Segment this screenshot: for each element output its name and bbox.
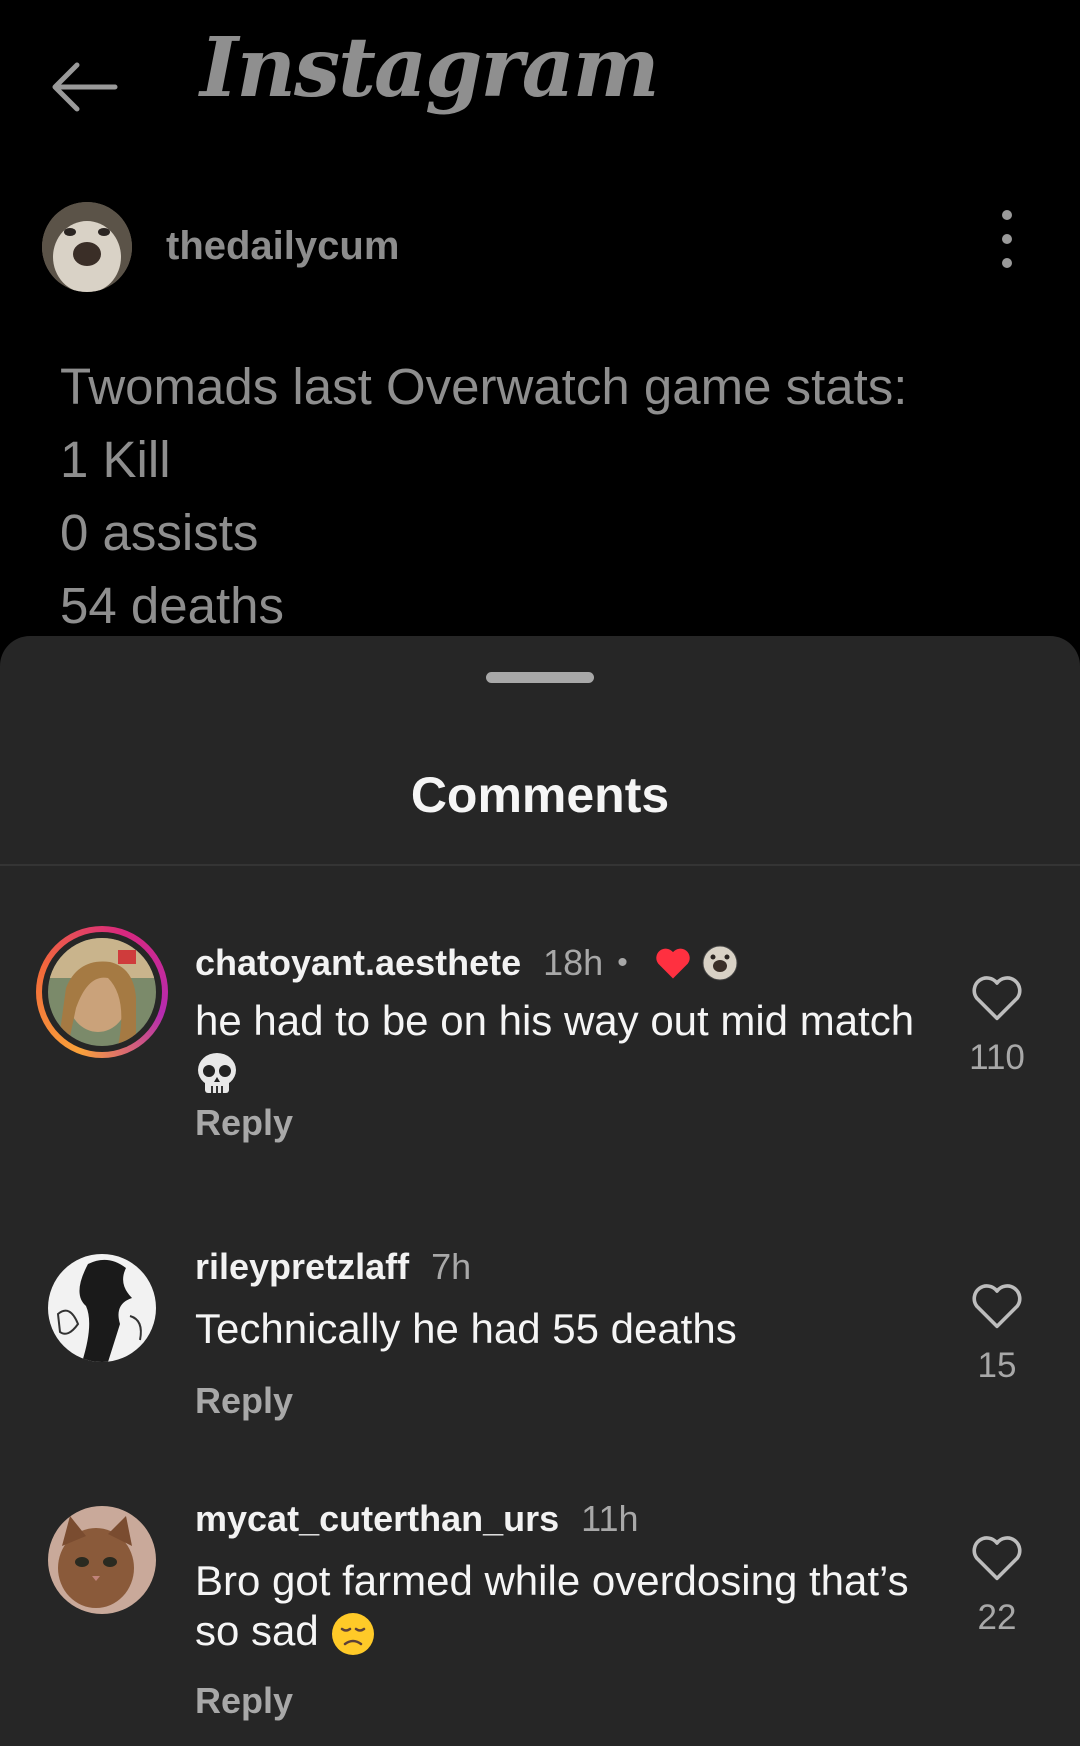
like-count: 110 <box>969 1038 1025 1077</box>
post-author-row: thedailycum <box>42 202 1042 292</box>
top-bar: Instagram <box>0 0 1080 160</box>
divider <box>0 864 1080 866</box>
comment-time: 11h <box>581 1498 639 1539</box>
meta-separator: • <box>617 946 628 979</box>
comment-item: rileypretzlaff 7h Technically he had 55 … <box>0 1242 1080 1422</box>
creator-liked-heart-icon <box>656 948 690 979</box>
person-avatar-image <box>48 938 156 1046</box>
caption-line: Twomads last Overwatch game stats: <box>60 358 908 415</box>
like-count: 15 <box>977 1346 1017 1385</box>
comment-item: chatoyant.aesthete 18h • he had to be on… <box>0 926 1080 1156</box>
comment-meta: mycat_cuterthan_urs 11h <box>195 1494 639 1544</box>
comment-time: 7h <box>431 1246 472 1287</box>
comment-username[interactable]: rileypretzlaff <box>195 1246 409 1288</box>
author-avatar[interactable] <box>42 202 132 292</box>
commenter-avatar[interactable] <box>48 1506 156 1614</box>
more-options-button[interactable] <box>992 210 1022 280</box>
skull-emoji <box>198 1052 236 1093</box>
caption-line: 54 deaths <box>60 577 285 634</box>
disappointed-face-emoji <box>332 1612 375 1655</box>
comment-meta: chatoyant.aesthete 18h • <box>195 938 738 988</box>
comment-text: Bro got farmed while overdosing that’s s… <box>195 1556 935 1657</box>
like-heart-icon[interactable] <box>970 972 1024 1022</box>
back-button[interactable] <box>44 52 124 122</box>
like-count: 22 <box>977 1598 1017 1637</box>
comment-text: Technically he had 55 deaths <box>195 1305 737 1352</box>
like-heart-icon[interactable] <box>970 1532 1024 1582</box>
arrow-left-icon <box>52 62 118 112</box>
comment-username[interactable]: mycat_cuterthan_urs <box>195 1498 559 1540</box>
dog-avatar-image <box>42 202 132 292</box>
sheet-drag-handle[interactable] <box>486 672 594 683</box>
creator-avatar-icon <box>702 945 738 981</box>
commenter-avatar[interactable] <box>48 1254 156 1362</box>
reply-button[interactable]: Reply <box>195 1102 293 1144</box>
comment-meta: rileypretzlaff 7h <box>195 1242 471 1292</box>
comment-text: he had to be on his way out mid match <box>195 996 935 1097</box>
more-vertical-icon <box>1002 210 1012 220</box>
comments-sheet: Comments chatoyant.aesthete 18h • he had… <box>0 636 1080 1746</box>
reply-button[interactable]: Reply <box>195 1680 293 1722</box>
comments-title: Comments <box>410 767 670 823</box>
comment-time: 18h <box>543 942 604 983</box>
caption-line: 1 Kill <box>60 431 171 488</box>
post-username[interactable]: thedailycum <box>166 224 399 269</box>
comment-username[interactable]: chatoyant.aesthete <box>195 942 521 984</box>
commenter-avatar <box>48 938 156 1046</box>
like-heart-icon[interactable] <box>970 1280 1024 1330</box>
sketch-avatar-image <box>48 1254 156 1362</box>
post-background: Instagram thedailycum Twomads last Overw… <box>0 0 1080 660</box>
story-ring[interactable] <box>36 926 168 1058</box>
cat-avatar-image <box>48 1506 156 1614</box>
instagram-logo: Instagram <box>200 20 660 116</box>
reply-button[interactable]: Reply <box>195 1380 293 1422</box>
caption-line: 0 assists <box>60 504 259 561</box>
comment-item: mycat_cuterthan_urs 11h Bro got farmed w… <box>0 1494 1080 1734</box>
post-caption: Twomads last Overwatch game stats: 1 Kil… <box>60 350 1040 642</box>
